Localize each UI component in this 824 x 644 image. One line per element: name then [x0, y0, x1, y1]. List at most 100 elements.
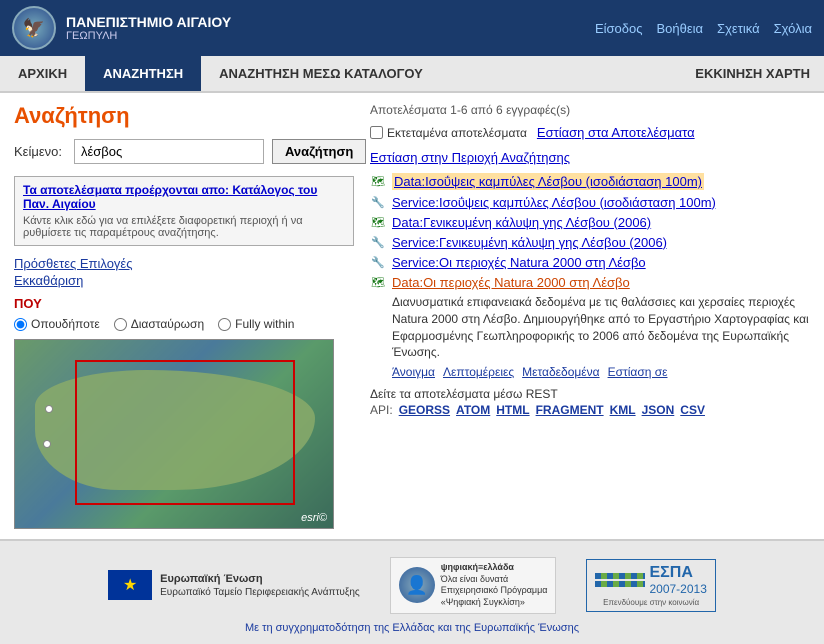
radio-anywhere-input[interactable]: [14, 318, 27, 331]
esri-watermark: esri©: [301, 512, 327, 524]
service-icon-5: 🔧: [370, 254, 386, 270]
expanded-results-label[interactable]: Εκτεταμένα αποτελέσματα: [370, 126, 527, 140]
action-details[interactable]: Λεπτομέρειες: [443, 365, 514, 379]
university-name-main: ΠΑΝΕΠΙΣΤΗΜΙΟ ΑΙΓΑΙΟΥ: [66, 14, 231, 30]
university-name: ΠΑΝΕΠΙΣΤΗΜΙΟ ΑΙΓΑΙΟΥ ΓΕΩΠΥΛΗ: [66, 14, 231, 42]
api-html[interactable]: HTML: [496, 403, 529, 417]
radio-within-input[interactable]: [218, 318, 231, 331]
data-icon-1: 🗺: [370, 174, 386, 190]
digital-text: ψηφιακή≡ελλάδα Όλα είναι δυνατά Επιχειρη…: [441, 562, 548, 609]
result-description-6: Διανυσματικά επιφανειακά δεδομένα με τις…: [392, 294, 810, 361]
result-item-1: 🗺 Data:Ισοΰψεις καμπύλες Λέσβου (ισοδιάσ…: [370, 173, 810, 190]
eu-text: Ευρωπαϊκή Ένωση Ευρωπαϊκό Ταμείο Περιφερ…: [160, 572, 360, 599]
expanded-results-checkbox[interactable]: [370, 126, 383, 139]
results-count: Αποτελέσματα 1-6 από 6 εγγραφές(s): [370, 103, 810, 117]
focus-area-link[interactable]: Εστίαση στην Περιοχή Αναζήτησης: [370, 150, 570, 165]
result-item-2: 🔧 Service:Ισοΰψεις καμπύλες Λέσβου (ισοδ…: [370, 194, 810, 210]
about-link[interactable]: Σχετικά: [717, 21, 760, 36]
nav-home[interactable]: ΑΡΧΙΚΗ: [0, 56, 85, 91]
api-label: API:: [370, 403, 393, 417]
source-detail: Κάντε κλικ εδώ για να επιλέξετε διαφορετ…: [23, 215, 345, 239]
espa-sub: Επενδύουμε στην κοινωνία: [603, 598, 699, 607]
nav-right: ΕΚΚΙΝΗΣΗ ΧΑΡΤΗ: [695, 66, 824, 81]
result-link-3[interactable]: Data:Γενικευμένη κάλυψη γης Λέσβου (2006…: [392, 215, 651, 230]
api-json[interactable]: JSON: [642, 403, 675, 417]
search-input[interactable]: [74, 139, 264, 164]
map-dot-1: [45, 405, 53, 413]
result-item-3: 🗺 Data:Γενικευμένη κάλυψη γης Λέσβου (20…: [370, 214, 810, 230]
result-link-4[interactable]: Service:Γενικευμένη κάλυψη γης Λέσβου (2…: [392, 235, 667, 250]
nav-left: ΑΡΧΙΚΗ ΑΝΑΖΗΤΗΣΗ ΑΝΑΖΗΤΗΣΗ ΜΕΣΩ ΚΑΤΑΛΟΓΟ…: [0, 56, 441, 91]
source-title: Τα αποτελέσματα προέρχονται απο: Κατάλογ…: [23, 183, 345, 211]
school-link[interactable]: Σχόλια: [774, 21, 812, 36]
nav-map[interactable]: ΕΚΚΙΝΗΣΗ ΧΑΡΤΗ: [695, 66, 810, 81]
result-link-5[interactable]: Service:Οι περιοχές Natura 2000 στη Λέσβ…: [392, 255, 646, 270]
radio-within[interactable]: Fully within: [218, 317, 294, 331]
island-shape: [35, 370, 315, 490]
page-title: Αναζήτηση: [14, 103, 354, 129]
main-content: Αναζήτηση Κείμενο: Αναζήτηση Τα αποτελέσ…: [0, 93, 824, 539]
result-item-4: 🔧 Service:Γενικευμένη κάλυψη γης Λέσβου …: [370, 234, 810, 250]
result-item-6: 🗺 Data:Οι περιοχές Natura 2000 στη Λέσβο: [370, 274, 810, 290]
radio-anywhere[interactable]: Οπουδήποτε: [14, 317, 100, 331]
service-icon-4: 🔧: [370, 234, 386, 250]
result-link-2[interactable]: Service:Ισοΰψεις καμπύλες Λέσβου (ισοδιά…: [392, 195, 716, 210]
result-link-6[interactable]: Data:Οι περιοχές Natura 2000 στη Λέσβο: [392, 275, 630, 290]
search-button[interactable]: Αναζήτηση: [272, 139, 366, 164]
espa-years: 2007-2013: [649, 582, 706, 596]
digital-icon: 👤: [399, 567, 435, 603]
action-open[interactable]: Άνοιγμα: [392, 365, 435, 379]
nav-bar: ΑΡΧΙΚΗ ΑΝΑΖΗΤΗΣΗ ΑΝΑΖΗΤΗΣΗ ΜΕΣΩ ΚΑΤΑΛΟΓΟ…: [0, 56, 824, 93]
action-focus[interactable]: Εστίαση σε: [608, 365, 668, 379]
rest-label: Δείτε τα αποτελέσματα μέσω REST: [370, 387, 810, 401]
nav-catalog[interactable]: ΑΝΑΖΗΤΗΣΗ ΜΕΣΩ ΚΑΤΑΛΟΓΟΥ: [201, 56, 441, 91]
data-icon-6: 🗺: [370, 274, 386, 290]
eu-flag: ★: [108, 570, 152, 600]
data-icon-3: 🗺: [370, 214, 386, 230]
extra-options-link[interactable]: Πρόσθετες Επιλογές: [14, 256, 354, 271]
service-icon-2: 🔧: [370, 194, 386, 210]
source-title-link[interactable]: Τα αποτελέσματα προέρχονται απο: Κατάλογ…: [23, 183, 317, 211]
top-nav-links: Είσοδος Βοήθεια Σχετικά Σχόλια: [595, 21, 812, 36]
right-panel: Αποτελέσματα 1-6 από 6 εγγραφές(s) Εκτετ…: [370, 103, 810, 529]
radio-intersect-input[interactable]: [114, 318, 127, 331]
api-csv[interactable]: CSV: [680, 403, 705, 417]
api-georss[interactable]: GEORSS: [399, 403, 450, 417]
api-atom[interactable]: ATOM: [456, 403, 490, 417]
search-label: Κείμενο:: [14, 144, 62, 159]
search-row: Κείμενο: Αναζήτηση: [14, 139, 354, 164]
clear-link[interactable]: Εκκαθάριση: [14, 273, 354, 288]
university-name-sub: ΓΕΩΠΥΛΗ: [66, 30, 231, 42]
eu-section: ★ Ευρωπαϊκή Ένωση Ευρωπαϊκό Ταμείο Περιφ…: [108, 570, 360, 600]
api-fragment[interactable]: FRAGMENT: [536, 403, 604, 417]
help-link[interactable]: Βοήθεια: [656, 21, 703, 36]
source-box[interactable]: Τα αποτελέσματα προέρχονται απο: Κατάλογ…: [14, 176, 354, 246]
result-item-5: 🔧 Service:Οι περιοχές Natura 2000 στη Λέ…: [370, 254, 810, 270]
focus-results-link[interactable]: Εστίαση στα Αποτελέσματα: [537, 125, 695, 140]
university-logo: 🦅: [12, 6, 56, 50]
nav-search[interactable]: ΑΝΑΖΗΤΗΣΗ: [85, 56, 201, 91]
map-dot-2: [43, 440, 51, 448]
login-link[interactable]: Είσοδος: [595, 21, 643, 36]
where-section-label: ΠΟΥ: [14, 296, 354, 311]
espa-box: ΕΣΠΑ 2007-2013 Επενδύουμε στην κοινωνία: [586, 559, 715, 612]
rest-section: Δείτε τα αποτελέσματα μέσω REST API: GEO…: [370, 387, 810, 417]
footer-logos: ★ Ευρωπαϊκή Ένωση Ευρωπαϊκό Ταμείο Περιφ…: [108, 557, 716, 614]
api-kml[interactable]: KML: [610, 403, 636, 417]
digital-greece: 👤 ψηφιακή≡ελλάδα Όλα είναι δυνατά Επιχει…: [390, 557, 557, 614]
action-metadata[interactable]: Μεταδεδομένα: [522, 365, 599, 379]
results-options: Εκτεταμένα αποτελέσματα Εστίαση στα Αποτ…: [370, 125, 810, 165]
result-actions-6: Άνοιγμα Λεπτομέρειες Μεταδεδομένα Εστίασ…: [392, 365, 810, 379]
top-bar: 🦅 ΠΑΝΕΠΙΣΤΗΜΙΟ ΑΙΓΑΙΟΥ ΓΕΩΠΥΛΗ Είσοδος Β…: [0, 0, 824, 56]
map-container[interactable]: esri©: [14, 339, 334, 529]
radio-intersect[interactable]: Διασταύρωση: [114, 317, 204, 331]
footer: ★ Ευρωπαϊκή Ένωση Ευρωπαϊκό Ταμείο Περιφ…: [0, 539, 824, 644]
footer-bottom: Με τη συγχρηματοδότηση της Ελλάδας και τ…: [245, 622, 579, 634]
left-panel: Αναζήτηση Κείμενο: Αναζήτηση Τα αποτελέσ…: [14, 103, 354, 529]
expanded-results-text: Εκτεταμένα αποτελέσματα: [387, 126, 527, 140]
espa-title: ΕΣΠΑ: [649, 564, 706, 582]
logo-section: 🦅 ΠΑΝΕΠΙΣΤΗΜΙΟ ΑΙΓΑΙΟΥ ΓΕΩΠΥΛΗ: [12, 6, 231, 50]
result-link-1[interactable]: Data:Ισοΰψεις καμπύλες Λέσβου (ισοδιάστα…: [392, 173, 704, 190]
spatial-filter-row: Οπουδήποτε Διασταύρωση Fully within: [14, 317, 354, 331]
map-inner: esri©: [15, 340, 333, 528]
